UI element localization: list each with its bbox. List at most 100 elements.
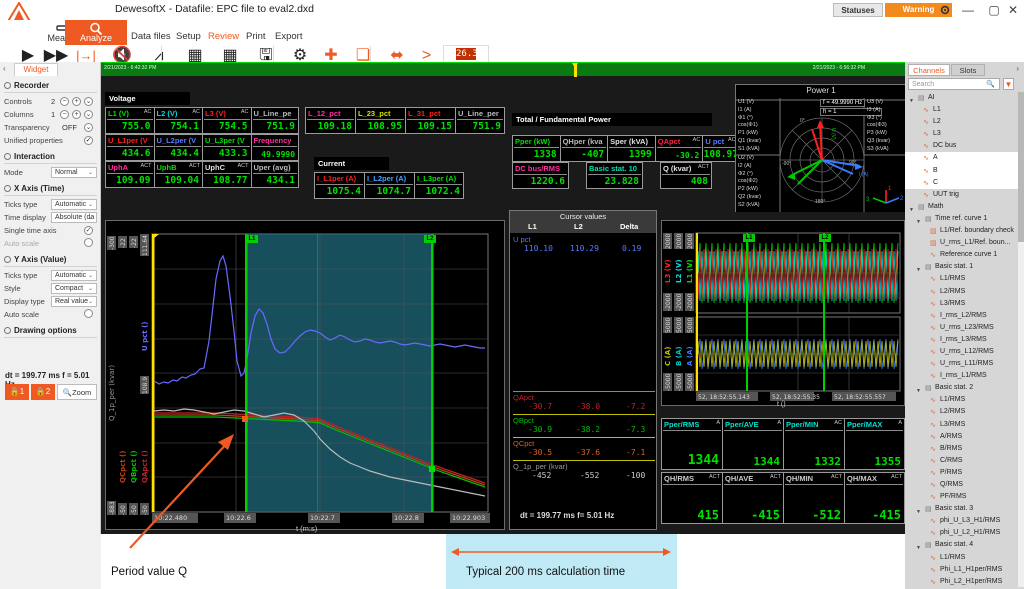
list-item[interactable]: ∿U_rms_L11/RMS (905, 358, 1018, 370)
tile-i-l3per[interactable]: I_L3per (A) 1072.4 (415, 173, 463, 198)
tile-u-l1per[interactable]: U_L1per (V 434.6 (106, 135, 155, 160)
tile-u-l2per[interactable]: U_L2per (V 434.4 (155, 135, 204, 160)
menu-export[interactable]: Export (275, 31, 302, 42)
tile-l31-pct[interactable]: L_31_pct 109.15 (406, 108, 456, 133)
sidebar-tab-widget[interactable]: Widget (14, 63, 58, 76)
list-item[interactable]: ∿L1/RMS (905, 552, 1018, 564)
time-display-select[interactable]: Absolute (da⌄ (51, 212, 97, 223)
mode-tab-analyze[interactable]: Analyze (65, 20, 127, 45)
channel-list-scrollbar[interactable] (1018, 92, 1024, 587)
list-item[interactable]: ∿phi_U_L3_H1/RMS (905, 515, 1018, 527)
list-item[interactable]: ∿C/RMS (905, 455, 1018, 467)
tile-i-l2per[interactable]: I_L2per (A) 1074.7 (365, 173, 415, 198)
tile-l2-v[interactable]: L2 (V) AC 754.1 (155, 108, 204, 133)
list-item[interactable]: ∿I_rms_L2/RMS (905, 310, 1018, 322)
main-chart-cursor-l1[interactable]: L1 (246, 235, 258, 243)
tree-group-ai[interactable]: ▼▤AI (905, 92, 1018, 104)
right-scope-cursor-l2[interactable]: L2 (819, 234, 831, 242)
scrollbar-thumb[interactable] (1018, 92, 1024, 242)
tile-qh-ave[interactable]: QH/AVE ACT -415 (723, 473, 784, 523)
minimize-button[interactable]: — (955, 2, 981, 19)
gear-icon[interactable] (938, 3, 952, 17)
tile-u-line-per-2[interactable]: U_Line_per 751.9 (456, 108, 504, 133)
columns-increment[interactable]: + (72, 109, 81, 119)
list-item[interactable]: ∿B (905, 165, 1018, 177)
list-item[interactable]: ∿U_rms_L23/RMS (905, 322, 1018, 334)
channel-tree[interactable]: ▼▤AI ∿L1 ∿L2 ∿L3 ∿DC bus ∿A ∿B ∿C ∿UUT t… (905, 92, 1018, 587)
controls-increment[interactable]: + (72, 96, 81, 106)
list-item[interactable]: ∿Phi_L2_H1per/RMS (905, 576, 1018, 587)
search-icon[interactable]: 🔍 (986, 79, 995, 90)
tile-pper-max[interactable]: Pper/MAX A 1355 (845, 419, 904, 469)
close-button[interactable]: ✕ (1000, 2, 1024, 19)
list-item[interactable]: ∿L1/RMS (905, 273, 1018, 285)
x-ticks-select[interactable]: Automatic⌄ (51, 199, 97, 210)
section-y-axis[interactable]: Y Axis (Value) (4, 255, 66, 264)
list-item[interactable]: ∿P/RMS (905, 467, 1018, 479)
zoom-button[interactable]: 🔍Zoom (57, 384, 97, 400)
tile-l12-pct[interactable]: L_12_pct 109.18 (306, 108, 356, 133)
controls-dropdown[interactable]: ⌄ (84, 96, 93, 106)
list-item[interactable]: ∿L3/RMS (905, 298, 1018, 310)
tree-group-basic-stat-4[interactable]: ▼▤Basic stat. 4 (905, 539, 1018, 551)
display-type-select[interactable]: Real value⌄ (51, 296, 97, 307)
y-ticks-select[interactable]: Automatic⌄ (51, 270, 97, 281)
tile-dc-bus-rms[interactable]: DC bus/RMS 1220.6 (513, 163, 568, 188)
search-input[interactable]: Search 🔍 (908, 78, 1000, 90)
style-select[interactable]: Compact⌄ (51, 283, 97, 294)
list-item[interactable]: ∿L1 (905, 104, 1018, 116)
list-item[interactable]: ∿I_rms_L3/RMS (905, 334, 1018, 346)
tile-uphb[interactable]: UphB ACT 109.04 (155, 162, 204, 187)
tile-qh-rms[interactable]: QH/RMS ACT 415 (662, 473, 723, 523)
list-item[interactable]: ∿Phi_L1_H1per/RMS (905, 564, 1018, 576)
columns-decrement[interactable]: − (60, 109, 69, 119)
y-auto-scale-checkbox[interactable] (84, 309, 93, 320)
cursor-lock-2-button[interactable]: 🔒2 (31, 384, 55, 400)
transparency-dropdown[interactable]: ⌄ (84, 122, 93, 132)
power-vector-scope[interactable]: Power 1 (735, 84, 907, 212)
right-recorder-scope[interactable]: Recorder 2000 -2000 L3 (V) 2000 -2000 L2… (661, 220, 905, 406)
tile-frequency[interactable]: Frequency 49.9990 (252, 135, 299, 160)
tree-group-basic-stat-3[interactable]: ▼▤Basic stat. 3 (905, 503, 1018, 515)
list-item[interactable]: ▨L1/Ref. boundary check (905, 225, 1018, 237)
list-item[interactable]: ∿B/RMS (905, 443, 1018, 455)
menu-data-files[interactable]: Data files (131, 31, 171, 42)
tile-qh-min[interactable]: QH/MIN ACT -512 (784, 473, 845, 523)
menu-print[interactable]: Print (246, 31, 266, 42)
tile-uphc[interactable]: UphC ACT 108.77 (203, 162, 252, 187)
main-chart-cursor-l2[interactable]: L2 (424, 235, 436, 243)
list-item[interactable]: ∿PF/RMS (905, 491, 1018, 503)
controls-decrement[interactable]: − (60, 96, 69, 106)
tile-pper-min[interactable]: Pper/MIN AC 1332 (784, 419, 845, 469)
tile-u-l3per[interactable]: U_L3per (V 433.3 (203, 135, 252, 160)
timeline-overview-bar[interactable]: 2/21/2023 - 6:42:32 PM 2/21/2023 - 6:56:… (101, 62, 905, 76)
x-auto-scale-checkbox[interactable] (84, 238, 93, 249)
list-item[interactable]: ∿I_rms_L1/RMS (905, 370, 1018, 382)
tile-qapct[interactable]: QApct AC -30.2 (656, 136, 704, 161)
tile-basic-stat-10[interactable]: Basic stat. 10 23.828 (587, 163, 642, 188)
tile-l3-v[interactable]: L3 (V) AC 754.5 (203, 108, 252, 133)
list-item[interactable]: ∿C (905, 177, 1018, 189)
menu-review[interactable]: Review (208, 31, 239, 42)
chevron-left-icon[interactable]: ‹ (3, 64, 6, 73)
chevron-right-icon[interactable]: › (1016, 64, 1019, 73)
tile-uper-avg[interactable]: Uper (avg) 434.1 (252, 162, 299, 187)
list-item[interactable]: ∿L3/RMS (905, 419, 1018, 431)
right-scope-cursor-l1[interactable]: L1 (743, 234, 755, 242)
tile-qhper-kvar[interactable]: QHper (kva -407 (561, 136, 609, 161)
tile-u-line-per[interactable]: U_Line_pe 751.9 (252, 108, 299, 133)
list-item[interactable]: ∿L2/RMS (905, 406, 1018, 418)
list-item[interactable]: ∿L1/RMS (905, 394, 1018, 406)
list-item[interactable]: ∿A (905, 152, 1018, 164)
tab-channels[interactable]: Channels (908, 64, 950, 76)
tile-qh-max[interactable]: QH/MAX ACT -415 (845, 473, 904, 523)
section-drawing-options[interactable]: Drawing options (4, 326, 77, 335)
tree-group-math[interactable]: ▼▤Math (905, 201, 1018, 213)
list-item[interactable]: ∿U_rms_L12/RMS (905, 346, 1018, 358)
tile-pper-ave[interactable]: Pper/AVE A 1344 (723, 419, 784, 469)
list-item[interactable]: ∿L2/RMS (905, 286, 1018, 298)
timeline-cursor-icon[interactable] (574, 63, 577, 77)
main-recorder-chart[interactable]: Recorder -300 -883 Q_1p_per (kvar) -22 -… (105, 220, 505, 530)
section-recorder[interactable]: Recorder (4, 81, 49, 90)
tree-group-time-ref[interactable]: ▼▤Time ref. curve 1 (905, 213, 1018, 225)
